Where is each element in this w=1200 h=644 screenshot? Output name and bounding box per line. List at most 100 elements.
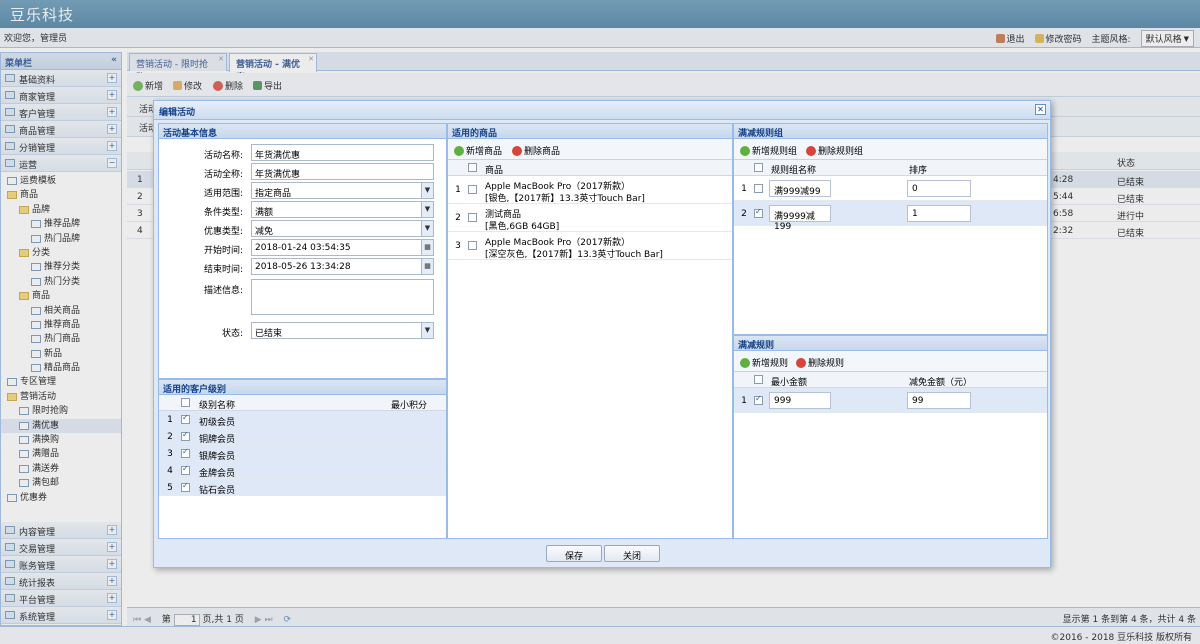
row-checkbox[interactable]	[754, 184, 763, 193]
close-button[interactable]: 关闭	[604, 545, 660, 562]
rule-group-name: 满9999减199	[774, 212, 815, 232]
table-row[interactable]: 2 铜牌会员	[159, 428, 446, 445]
select-all-checkbox[interactable]	[754, 163, 763, 172]
row-checkbox[interactable]	[468, 241, 477, 250]
plus-icon	[740, 145, 750, 156]
calendar-icon[interactable]: ▦	[421, 240, 433, 255]
field-value: 减免	[255, 227, 274, 237]
discount-amount: 99	[912, 396, 924, 406]
rule-groups-toolbar: 新增规则组 删除规则组	[734, 139, 1047, 160]
dialog-title: 编辑活动	[159, 108, 196, 118]
field-input[interactable]: 减免 ▼	[251, 220, 434, 237]
row-checkbox[interactable]	[181, 430, 190, 441]
row-number: 2	[741, 209, 747, 219]
chevron-down-icon[interactable]: ▼	[421, 183, 433, 198]
table-row[interactable]: 199999	[734, 388, 1047, 413]
add-rule-group-button[interactable]: 新增规则组	[740, 144, 797, 157]
min-amount-input[interactable]: 999	[769, 392, 831, 409]
order-input[interactable]: 0	[907, 180, 971, 197]
field-input[interactable]: 年货满优惠	[251, 163, 434, 180]
form-row: 描述信息:	[159, 279, 449, 319]
rule-group-name-input[interactable]: 满9999减199	[769, 205, 831, 232]
order-value: 1	[912, 209, 918, 219]
table-row[interactable]: 4 金牌会员	[159, 462, 446, 479]
form-row: 活动名称: 年货满优惠	[159, 144, 449, 162]
row-checkbox[interactable]	[754, 394, 763, 405]
field-input[interactable]: 2018-05-26 13:34:28 ▦	[251, 258, 434, 275]
description-textarea[interactable]	[251, 279, 434, 315]
field-input[interactable]: 年货满优惠	[251, 144, 434, 161]
field-label: 开始时间:	[203, 246, 243, 256]
rules-heading: 满减规则	[734, 336, 1047, 351]
level-name: 钻石会员	[199, 486, 236, 496]
calendar-icon[interactable]: ▦	[421, 259, 433, 274]
table-row[interactable]: 2 测试商品 [黑色,6GB 64GB]	[448, 204, 732, 232]
select-all-checkbox[interactable]	[754, 375, 763, 384]
field-value: 满额	[255, 208, 274, 218]
table-row[interactable]: 3 银牌会员	[159, 445, 446, 462]
select-all-checkbox[interactable]	[468, 163, 477, 172]
delete-rule-group-button[interactable]: 删除规则组	[806, 144, 863, 157]
row-number: 3	[167, 449, 173, 459]
field-value: 指定商品	[255, 189, 292, 199]
table-row[interactable]: 3 Apple MacBook Pro（2017新款） [深空灰色,【2017新】1…	[448, 232, 732, 260]
row-number: 5	[167, 483, 173, 493]
row-number: 1	[741, 396, 747, 406]
field-label: 条件类型:	[203, 208, 243, 218]
delete-product-button[interactable]: 删除商品	[512, 144, 560, 157]
field-value: 2018-05-26 13:34:28	[255, 262, 351, 272]
customer-level-panel: 适用的客户级别 级别名称 最小积分 1 初级会员 2 铜牌会员 3 银牌会员 4 金牌会员 5 钻…	[158, 379, 447, 539]
row-number: 2	[455, 213, 461, 223]
table-row[interactable]: 1 满999减99 0	[734, 176, 1047, 201]
rule-group-name-input[interactable]: 满999减99	[769, 180, 831, 197]
rules-panel: 满减规则 新增规则 删除规则 最小金额 减免金额（元） 199999	[733, 335, 1048, 539]
basic-info-heading: 活动基本信息	[159, 124, 446, 139]
table-row[interactable]: 1 Apple MacBook Pro（2017新款） [银色,【2017新】13.…	[448, 176, 732, 204]
table-row[interactable]: 5 钻石会员	[159, 479, 446, 496]
row-checkbox[interactable]	[181, 447, 190, 458]
rule-groups-header: 规则组名称 排序	[734, 160, 1047, 176]
row-checkbox[interactable]	[181, 464, 190, 475]
table-row[interactable]: 1 初级会员	[159, 411, 446, 428]
products-toolbar: 新增商品 删除商品	[448, 139, 732, 160]
row-checkbox[interactable]	[754, 207, 763, 218]
discount-amount-input[interactable]: 99	[907, 392, 971, 409]
form-row: 开始时间: 2018-01-24 03:54:35 ▦	[159, 239, 449, 257]
field-input[interactable]: 2018-01-24 03:54:35 ▦	[251, 239, 434, 256]
row-number: 3	[455, 241, 461, 251]
minus-icon	[806, 145, 816, 156]
field-label: 优惠类型:	[203, 227, 243, 237]
level-name: 铜牌会员	[199, 435, 236, 445]
row-checkbox[interactable]	[181, 481, 190, 492]
products-heading: 适用的商品	[448, 124, 732, 139]
row-checkbox[interactable]	[181, 413, 190, 424]
field-input[interactable]: 指定商品 ▼	[251, 182, 434, 199]
status-value: 已结束	[255, 329, 283, 339]
plus-icon	[454, 145, 464, 156]
delete-rule-button[interactable]: 删除规则	[796, 356, 844, 369]
customer-level-heading: 适用的客户级别	[159, 380, 446, 395]
close-icon[interactable]: ✕	[1035, 104, 1046, 115]
order-input[interactable]: 1	[907, 205, 971, 222]
chevron-down-icon[interactable]: ▼	[421, 323, 433, 338]
row-number: 1	[741, 184, 747, 194]
dialog-buttons: 保存 关闭	[154, 541, 1050, 568]
add-product-button[interactable]: 新增商品	[454, 144, 502, 157]
chevron-down-icon[interactable]: ▼	[421, 202, 433, 217]
level-header: 级别名称 最小积分	[159, 395, 446, 411]
level-name: 金牌会员	[199, 469, 236, 479]
chevron-down-icon[interactable]: ▼	[421, 221, 433, 236]
field-input[interactable]: 满额 ▼	[251, 201, 434, 218]
form-row: 适用范围: 指定商品 ▼	[159, 182, 449, 200]
save-button[interactable]: 保存	[546, 545, 602, 562]
col-discount-amount: 减免金额（元）	[909, 378, 973, 388]
product-spec: [深空灰色,【2017新】13.3英寸Touch Bar]	[485, 250, 663, 260]
select-all-checkbox[interactable]	[181, 398, 190, 407]
row-checkbox[interactable]	[468, 185, 477, 194]
add-rule-button[interactable]: 新增规则	[740, 356, 788, 369]
row-checkbox[interactable]	[468, 213, 477, 222]
field-value: 2018-01-24 03:54:35	[255, 243, 351, 253]
status-select[interactable]: 已结束 ▼	[251, 322, 434, 339]
table-row[interactable]: 2 满9999减199 1	[734, 201, 1047, 232]
minus-icon	[512, 145, 522, 156]
